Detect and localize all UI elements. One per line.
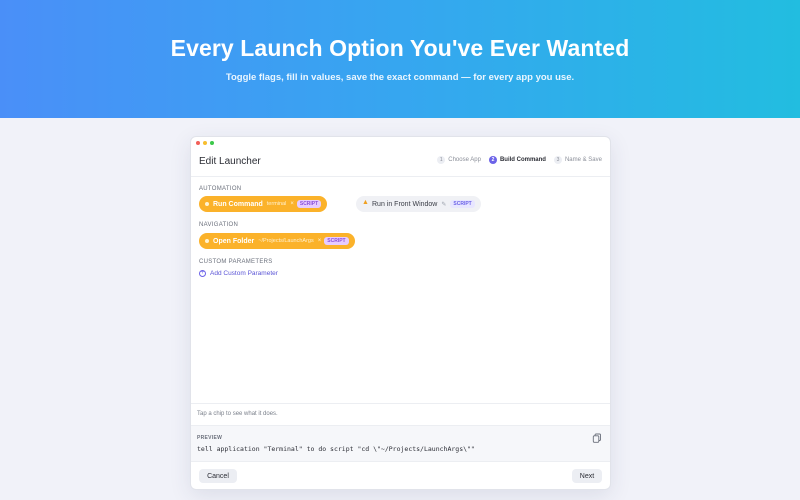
title-divider [191,176,610,177]
chip-value: ~/Projects/LaunchArgs [258,238,314,244]
command-preview: PREVIEW tell application "Terminal" to d… [191,425,610,461]
step-label: Build Command [499,157,546,163]
edit-launcher-window: Edit Launcher 1 Choose App 2 Build Comma… [190,136,611,490]
next-button[interactable]: Next [572,469,602,483]
step-label: Name & Save [564,157,602,163]
warning-icon: ▲ [362,199,369,206]
chip-value: terminal [266,201,287,207]
section-label-automation: AUTOMATION [199,186,242,192]
remove-icon[interactable]: × [290,201,294,207]
step-build-command[interactable]: 2 Build Command [488,156,546,164]
chip-tag: SCRIPT [296,200,322,208]
section-label-custom-parameters: CUSTOM PARAMETERS [199,259,273,265]
chip-dot-icon [205,239,209,243]
step-number: 1 [437,156,446,164]
chip-tag: SCRIPT [324,237,349,245]
minimize-window-button[interactable] [203,141,207,145]
copy-icon[interactable] [592,433,602,443]
zoom-window-button[interactable] [210,141,214,145]
window-title: Edit Launcher [199,156,261,167]
hero-title: Every Launch Option You've Ever Wanted [170,35,630,61]
chip-label: Run in Front Window [372,200,438,208]
preview-label: PREVIEW [197,435,223,441]
chip-label: Run Command [213,200,263,208]
add-custom-parameter-label: Add Custom Parameter [210,270,278,277]
hint-bar: Tap a chip to see what it does. [191,403,610,425]
close-window-button[interactable] [196,141,200,145]
plus-circle-icon: + [199,270,206,277]
step-name-save[interactable]: 3 Name & Save [553,156,602,164]
add-custom-parameter-button[interactable]: + Add Custom Parameter [199,270,278,277]
step-number: 3 [553,156,562,164]
chip-label: Open Folder [213,237,255,245]
cancel-button[interactable]: Cancel [199,469,237,483]
hero-subtitle: Toggle flags, fill in values, save the e… [225,72,575,83]
wizard-steps: 1 Choose App 2 Build Command 3 Name & Sa… [437,156,602,164]
step-label: Choose App [448,157,481,163]
hint-text: Tap a chip to see what it does. [197,411,278,417]
chip-run-in-front-window[interactable]: ▲ Run in Front Window ✎ SCRIPT [356,196,481,212]
hero-banner: Every Launch Option You've Ever Wanted T… [0,0,800,118]
window-footer: Cancel Next [191,461,610,489]
window-controls [196,141,214,145]
remove-icon[interactable]: × [318,238,322,244]
step-choose-app[interactable]: 1 Choose App [437,156,481,164]
edit-pencil-icon[interactable]: ✎ [441,201,446,208]
chip-tag: SCRIPT [450,200,475,208]
chip-dot-icon [205,202,209,206]
chip-open-folder[interactable]: Open Folder ~/Projects/LaunchArgs × SCRI… [199,233,355,249]
section-label-navigation: NAVIGATION [199,222,239,228]
preview-code: tell application "Terminal" to do script… [197,445,475,453]
step-number: 2 [488,156,497,164]
chip-run-command[interactable]: Run Command terminal × SCRIPT [199,196,328,212]
